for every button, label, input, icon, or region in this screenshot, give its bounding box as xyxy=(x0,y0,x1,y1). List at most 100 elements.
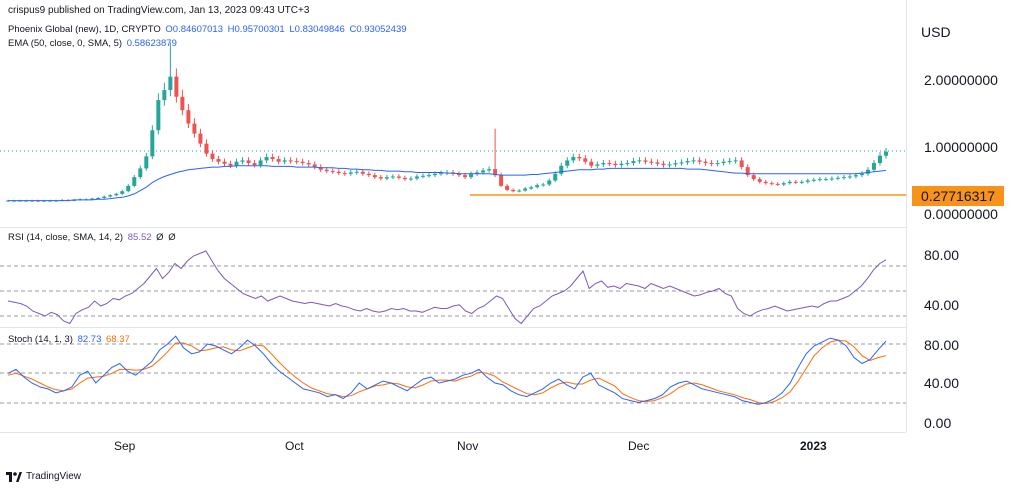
candle-body xyxy=(198,133,203,144)
candle-body xyxy=(378,177,383,179)
stoch-tick-40: 40.00 xyxy=(924,375,960,391)
brand-label: TradingView xyxy=(26,471,82,482)
candle-body xyxy=(420,175,425,177)
candle-body xyxy=(174,76,179,97)
candle-body xyxy=(529,187,534,189)
candle-body xyxy=(799,181,804,183)
footer-brand[interactable]: TradingView xyxy=(6,471,81,482)
candle-body xyxy=(336,171,341,174)
candle-body xyxy=(547,180,552,185)
candle-body xyxy=(835,177,840,179)
candle-body xyxy=(438,173,443,175)
candle-body xyxy=(787,181,792,184)
candle-body xyxy=(595,164,600,166)
candle-body xyxy=(715,163,720,165)
candle-body xyxy=(577,157,582,159)
candle-body xyxy=(583,158,588,162)
candle-body xyxy=(204,143,209,154)
candle-body xyxy=(655,162,660,164)
candle-body xyxy=(535,185,540,188)
candle-body xyxy=(294,161,299,163)
candle-body xyxy=(703,161,708,164)
candle-body xyxy=(523,188,528,191)
candle-body xyxy=(276,159,281,162)
candle-body xyxy=(138,168,143,178)
candle-body xyxy=(144,156,149,169)
main-legend: Phoenix Global (new), 1D, CRYPTO O0.8460… xyxy=(8,24,409,35)
candle-body xyxy=(372,175,377,178)
candle-body xyxy=(691,160,696,162)
month-label-2023: 2023 xyxy=(800,439,827,453)
candle-body xyxy=(781,183,786,185)
stoch-tick-80: 80.00 xyxy=(924,337,960,353)
candle-body xyxy=(162,90,167,101)
candle-body xyxy=(234,161,239,166)
stoch-label: Stoch (14, 1, 3) xyxy=(8,334,73,345)
candle-body xyxy=(252,163,257,166)
candle-body xyxy=(517,190,522,192)
candle-body xyxy=(805,180,810,182)
candle-body xyxy=(673,163,678,165)
candle-body xyxy=(264,157,269,161)
low-value: L0.83049846 xyxy=(289,24,345,35)
rsi-extra-1: Ø xyxy=(156,232,164,243)
candle-body xyxy=(661,163,666,166)
candle-body xyxy=(210,153,215,160)
candle-body xyxy=(829,178,834,180)
candle-body xyxy=(481,170,486,173)
candle-body xyxy=(240,160,245,162)
candle-body xyxy=(342,173,347,175)
month-label-sep: Sep xyxy=(114,439,136,453)
candles-group xyxy=(6,42,888,202)
candle-body xyxy=(511,189,516,192)
candle-body xyxy=(360,171,365,174)
candle-body xyxy=(366,173,371,176)
candle-body xyxy=(643,160,648,162)
candle-body xyxy=(625,163,630,165)
candle-body xyxy=(739,160,744,168)
candle-body xyxy=(216,159,221,162)
candle-body xyxy=(402,177,407,180)
month-label-dec: Dec xyxy=(628,439,650,453)
rsi-legend: RSI (14, close, SMA, 14, 2) 85.52 Ø Ø xyxy=(8,232,178,243)
candle-body xyxy=(132,177,137,186)
candle-body xyxy=(571,157,576,161)
candle-body xyxy=(396,176,401,178)
candle-body xyxy=(222,161,227,164)
candle-body xyxy=(246,160,251,164)
currency-label: USD xyxy=(921,24,951,40)
candle-body xyxy=(168,76,173,91)
candle-body xyxy=(330,171,335,173)
rsi-extra-2: Ø xyxy=(168,232,176,243)
stoch-tick-0: 0.00 xyxy=(924,415,952,431)
candle-body xyxy=(871,163,876,170)
open-value: O0.84607013 xyxy=(165,24,224,35)
rsi-line xyxy=(7,250,887,325)
candle-body xyxy=(853,175,858,177)
candle-body xyxy=(258,160,263,166)
price-tick-0: 0.00000000 xyxy=(924,206,998,222)
candle-body xyxy=(667,164,672,166)
candle-body xyxy=(793,181,798,183)
candle-body xyxy=(619,163,624,166)
candle-body xyxy=(751,175,756,180)
candle-body xyxy=(601,163,606,165)
candle-body xyxy=(499,175,504,186)
candle-body xyxy=(817,179,822,181)
ema-label: EMA (50, close, 0, SMA, 5) xyxy=(8,38,123,49)
candle-body xyxy=(120,191,125,194)
candle-body xyxy=(697,160,702,162)
candle-body xyxy=(859,173,864,176)
price-tick-2: 2.00000000 xyxy=(924,72,998,88)
candle-body xyxy=(847,176,852,178)
candle-body xyxy=(324,169,329,172)
candle-body xyxy=(884,151,888,156)
month-label-oct: Oct xyxy=(285,439,304,453)
candle-body xyxy=(841,177,846,179)
candle-body xyxy=(865,169,870,174)
candle-body xyxy=(228,163,233,166)
month-label-nov: Nov xyxy=(457,439,479,453)
candle-body xyxy=(108,195,113,197)
close-value: C0.93052439 xyxy=(349,24,407,35)
price-tick-1: 1.00000000 xyxy=(924,139,998,155)
